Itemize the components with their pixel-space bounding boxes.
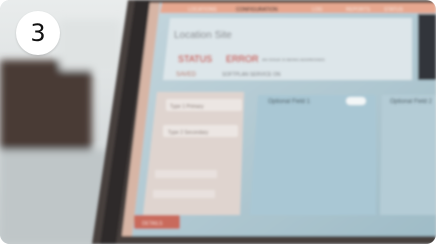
step-number: 3 [30, 19, 46, 47]
photo-card: LOCATIONS CONFIGURATION LOG REPORTS STAT… [0, 0, 436, 244]
type-2-select: Type 2 Secondary [168, 130, 209, 136]
status-value: ERROR [226, 54, 259, 64]
optional-field-1: Optional Field 1 [268, 99, 311, 105]
status-label: STATUS [178, 54, 212, 64]
saved-label: SAVED [176, 72, 197, 78]
tab-status: STATUS [384, 7, 404, 13]
tab-configuration: CONFIGURATION [236, 7, 278, 13]
step-number-badge: 3 [16, 11, 60, 55]
tab-reports: REPORTS [346, 7, 371, 13]
location-title: Location Site [174, 30, 232, 41]
saved-detail: SOFTPLAN SERVICE ON [222, 72, 281, 78]
action-button: DETAILS [142, 221, 163, 227]
status-detail: AN ISSUE IS BEING ADDRESSED [262, 57, 325, 62]
optional-field-2: Optional Field 2 [390, 99, 433, 105]
tab-log: LOG [312, 7, 323, 13]
type-1-select: Type 1 Primary [170, 104, 204, 110]
laptop-photo: LOCATIONS CONFIGURATION LOG REPORTS STAT… [0, 0, 436, 244]
tab-locations: LOCATIONS [188, 7, 217, 13]
